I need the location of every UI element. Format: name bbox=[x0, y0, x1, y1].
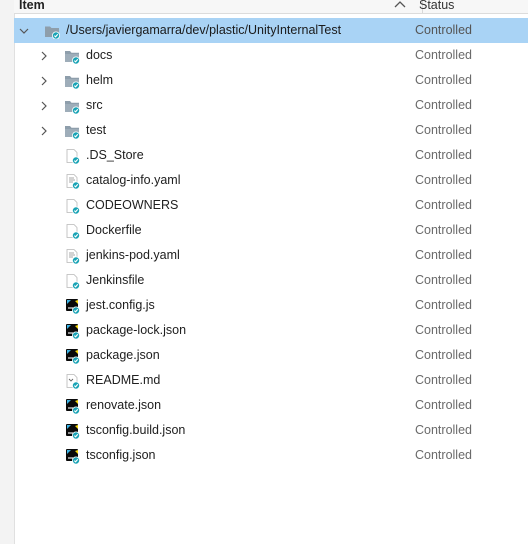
jetbrains-file-icon bbox=[64, 398, 80, 415]
tree-row[interactable]: package.json Controlled bbox=[14, 343, 528, 368]
status-cell: Controlled bbox=[415, 248, 472, 262]
jetbrains-file-icon bbox=[64, 323, 80, 340]
chevron-right-icon[interactable] bbox=[39, 50, 49, 61]
tree-row[interactable]: README.md Controlled bbox=[14, 368, 528, 393]
tree-row[interactable]: package-lock.json Controlled bbox=[14, 318, 528, 343]
status-cell: Controlled bbox=[415, 148, 472, 162]
item-name: catalog-info.yaml bbox=[86, 173, 181, 187]
status-column-header[interactable]: Status bbox=[419, 0, 454, 12]
tree-row[interactable]: CODEOWNERS Controlled bbox=[14, 193, 528, 218]
status-cell: Controlled bbox=[415, 448, 472, 462]
status-cell: Controlled bbox=[415, 73, 472, 87]
item-name: src bbox=[86, 98, 103, 112]
status-cell: Controlled bbox=[415, 23, 472, 37]
item-name: test bbox=[86, 123, 107, 137]
chevron-right-icon[interactable] bbox=[39, 75, 49, 86]
tree-row[interactable]: tsconfig.build.json Controlled bbox=[14, 418, 528, 443]
tree-row[interactable]: jenkins-pod.yaml Controlled bbox=[14, 243, 528, 268]
markdown-file-icon bbox=[64, 373, 80, 390]
tree-row[interactable]: test Controlled bbox=[14, 118, 528, 143]
status-cell: Controlled bbox=[415, 423, 472, 437]
tree-row[interactable]: src Controlled bbox=[14, 93, 528, 118]
item-name: package.json bbox=[86, 348, 160, 362]
text-file-icon bbox=[64, 248, 80, 265]
status-cell: Controlled bbox=[415, 373, 472, 387]
tree-row[interactable]: tsconfig.json Controlled bbox=[14, 443, 528, 468]
item-name: /Users/javiergamarra/dev/plastic/UnityIn… bbox=[66, 23, 342, 37]
folder-icon bbox=[64, 73, 80, 90]
tree-row[interactable]: jest.config.js Controlled bbox=[14, 293, 528, 318]
file-icon bbox=[64, 198, 80, 215]
item-name: tsconfig.build.json bbox=[86, 423, 186, 437]
tree-row[interactable]: helm Controlled bbox=[14, 68, 528, 93]
tree-row[interactable]: renovate.json Controlled bbox=[14, 393, 528, 418]
status-cell: Controlled bbox=[415, 398, 472, 412]
chevron-down-icon[interactable] bbox=[19, 25, 29, 35]
jetbrains-file-icon bbox=[64, 448, 80, 465]
status-cell: Controlled bbox=[415, 323, 472, 337]
file-tree: /Users/javiergamarra/dev/plastic/UnityIn… bbox=[14, 18, 528, 468]
file-icon bbox=[64, 223, 80, 240]
status-cell: Controlled bbox=[415, 273, 472, 287]
tree-row[interactable]: docs Controlled bbox=[14, 43, 528, 68]
status-cell: Controlled bbox=[415, 348, 472, 362]
item-name: package-lock.json bbox=[86, 323, 187, 337]
item-name: renovate.json bbox=[86, 398, 162, 412]
chevron-right-icon[interactable] bbox=[39, 100, 49, 111]
folder-icon bbox=[64, 48, 80, 65]
item-name: CODEOWNERS bbox=[86, 198, 179, 212]
tree-row[interactable]: Jenkinsfile Controlled bbox=[14, 268, 528, 293]
tree-row[interactable]: /Users/javiergamarra/dev/plastic/UnityIn… bbox=[14, 18, 528, 43]
left-gutter bbox=[0, 0, 15, 544]
tree-row[interactable]: .DS_Store Controlled bbox=[14, 143, 528, 168]
status-cell: Controlled bbox=[415, 48, 472, 62]
item-name: tsconfig.json bbox=[86, 448, 156, 462]
status-cell: Controlled bbox=[415, 173, 472, 187]
folder-icon bbox=[64, 123, 80, 140]
status-cell: Controlled bbox=[415, 123, 472, 137]
status-cell: Controlled bbox=[415, 198, 472, 212]
tree-row[interactable]: Dockerfile Controlled bbox=[14, 218, 528, 243]
jetbrains-file-icon bbox=[64, 423, 80, 440]
item-name: jest.config.js bbox=[86, 298, 155, 312]
jetbrains-file-icon bbox=[64, 348, 80, 365]
item-name: README.md bbox=[86, 373, 161, 387]
item-name: jenkins-pod.yaml bbox=[86, 248, 180, 262]
status-cell: Controlled bbox=[415, 223, 472, 237]
jetbrains-file-icon bbox=[64, 298, 80, 315]
chevron-right-icon[interactable] bbox=[39, 125, 49, 136]
folder-icon bbox=[64, 98, 80, 115]
file-icon bbox=[64, 148, 80, 165]
item-name: helm bbox=[86, 73, 114, 87]
item-name: docs bbox=[86, 48, 113, 62]
sort-ascending-icon[interactable] bbox=[392, 0, 408, 13]
status-cell: Controlled bbox=[415, 98, 472, 112]
item-name: Jenkinsfile bbox=[86, 273, 145, 287]
item-name: .DS_Store bbox=[86, 148, 144, 162]
item-column-header[interactable]: Item bbox=[19, 0, 45, 12]
status-cell: Controlled bbox=[415, 298, 472, 312]
folder-icon bbox=[44, 23, 60, 40]
column-header: Item Status bbox=[14, 0, 528, 14]
item-name: Dockerfile bbox=[86, 223, 142, 237]
tree-row[interactable]: catalog-info.yaml Controlled bbox=[14, 168, 528, 193]
file-icon bbox=[64, 273, 80, 290]
text-file-icon bbox=[64, 173, 80, 190]
